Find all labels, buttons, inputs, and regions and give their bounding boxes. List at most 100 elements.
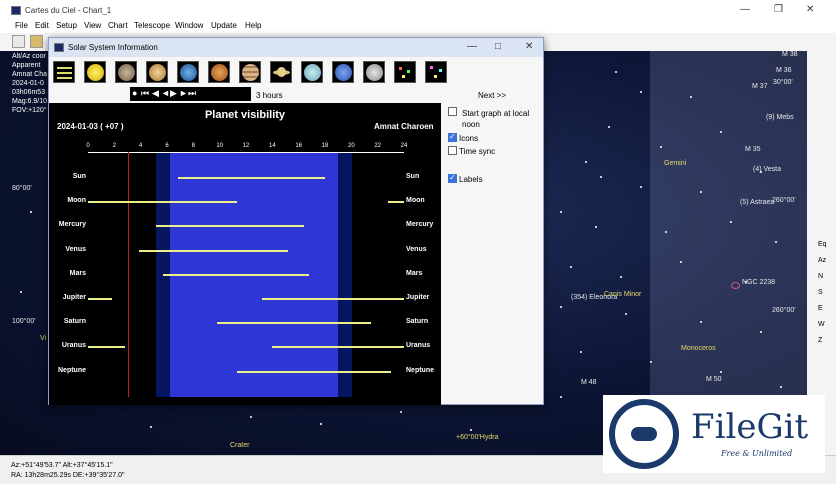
sky-label-astraea[interactable]: (5) Astraea — [740, 199, 774, 206]
planet-label-left: Venus — [65, 245, 86, 253]
moon-icon[interactable] — [363, 61, 385, 83]
step-forward-icon[interactable]: ► — [179, 88, 188, 98]
step-back-icon[interactable]: ◀ — [152, 88, 159, 99]
uranus-icon[interactable] — [301, 61, 323, 83]
minimize-icon[interactable]: — — [740, 5, 750, 15]
planet-visibility-graph: Planet visibility 2024-01-03 ( +07 ) Amn… — [49, 103, 441, 405]
close-icon[interactable]: ✕ — [806, 5, 814, 15]
tick-label: 16 — [295, 143, 302, 149]
earth-icon[interactable] — [177, 61, 199, 83]
planet-label-left: Uranus — [61, 342, 86, 350]
sky-label-mebs[interactable]: (9) Mebs — [766, 114, 794, 121]
restore-icon[interactable]: ❐ — [774, 5, 783, 15]
window-title: Cartes du Ciel - Chart_1 — [25, 6, 112, 15]
star — [30, 211, 32, 213]
info-line: Amnat Cha — [12, 71, 48, 78]
jupiter-icon[interactable] — [239, 61, 261, 83]
tick-label: 12 — [242, 143, 250, 149]
mars-icon[interactable] — [208, 61, 230, 83]
south-button[interactable]: S — [818, 289, 823, 296]
planet-label-left: Sun — [72, 173, 86, 180]
tick-label: 18 — [321, 143, 329, 149]
constellation-gemini[interactable]: Gemini — [664, 160, 686, 167]
star — [680, 261, 682, 263]
sky-label-vesta[interactable]: (4) Vesta — [753, 166, 781, 173]
venus-icon[interactable] — [146, 61, 168, 83]
first-icon[interactable]: ⏮ — [141, 88, 149, 99]
time-sync-checkbox[interactable] — [448, 146, 457, 155]
dialog-close-icon[interactable]: ✕ — [525, 41, 533, 52]
north-button[interactable]: N — [818, 273, 823, 280]
mercury-icon[interactable] — [115, 61, 137, 83]
az-button[interactable]: Az — [818, 257, 826, 264]
comets-icon[interactable] — [425, 61, 447, 83]
sky-label-deg260b: 260°00' — [772, 307, 796, 314]
record-icon[interactable]: ● — [132, 88, 137, 98]
tick-label: 0 — [86, 143, 90, 149]
constellation-crater[interactable]: Crater — [230, 442, 249, 449]
constellation-monoceros[interactable]: Monoceros — [681, 345, 716, 352]
menu-help[interactable]: Help — [245, 21, 261, 30]
menu-chart[interactable]: Chart — [108, 21, 128, 30]
time-step-label[interactable]: 3 hours — [256, 91, 283, 100]
sky-label-m50[interactable]: M 50 — [706, 376, 722, 383]
star — [650, 361, 652, 363]
visibility-bar-saturn — [217, 322, 372, 325]
graph-view-icon[interactable] — [53, 61, 75, 83]
next-button[interactable]: Next >> — [478, 91, 506, 100]
star — [760, 331, 762, 333]
graph-date: 2024-01-03 ( +07 ) — [57, 122, 124, 131]
saturn-icon[interactable] — [270, 61, 292, 83]
star — [780, 386, 782, 388]
icons-checkbox[interactable] — [448, 132, 457, 142]
sky-label-m38[interactable]: M 38 — [782, 51, 798, 58]
planet-label-right: Sun — [406, 173, 420, 180]
menu-setup[interactable]: Setup — [56, 21, 77, 30]
dialog-minimize-icon[interactable]: — — [467, 41, 477, 52]
tick-label: 20 — [347, 143, 355, 149]
west-button[interactable]: W — [818, 321, 825, 328]
planet-label-right: Neptune — [406, 366, 434, 374]
current-time-line — [128, 152, 130, 397]
planet-label-right: Uranus — [406, 342, 431, 350]
back-icon[interactable]: ◄ — [161, 88, 170, 98]
visibility-bar-uranus — [272, 346, 404, 349]
icons-label: Icons — [459, 134, 479, 143]
menu-telescope[interactable]: Telescope — [134, 21, 170, 30]
app-icon — [11, 6, 21, 15]
menu-edit[interactable]: Edit — [35, 21, 49, 30]
info-line: 03h06m53 — [12, 89, 46, 96]
last-icon[interactable]: ⏭ — [188, 88, 196, 99]
play-icon[interactable]: ▶ — [170, 88, 177, 99]
constellation-canis-minor[interactable]: Canis Minor — [604, 291, 641, 298]
menu-update[interactable]: Update — [211, 21, 237, 30]
sky-label-ngc2238[interactable]: NGC 2238 — [742, 279, 775, 286]
menu-window[interactable]: Window — [175, 21, 203, 30]
sky-label-m48[interactable]: M 48 — [581, 379, 597, 386]
neptune-icon[interactable] — [332, 61, 354, 83]
sky-label-deg30: 30°00' — [773, 79, 793, 86]
catalog-icon[interactable] — [30, 35, 43, 48]
sky-label-deg260a: 260°00' — [772, 197, 796, 204]
calendar-icon[interactable] — [12, 35, 25, 48]
sky-label-m36[interactable]: M 36 — [776, 67, 792, 74]
menu-file[interactable]: File — [15, 21, 28, 30]
start-at-noon-checkbox[interactable] — [448, 107, 457, 116]
sky-label-m35[interactable]: M 35 — [745, 146, 761, 153]
east-button[interactable]: E — [818, 305, 823, 312]
constellation-hydra[interactable]: +60°00'Hydra — [456, 434, 498, 441]
menu-view[interactable]: View — [84, 21, 101, 30]
planet-label-left: Moon — [67, 197, 86, 205]
zenith-button[interactable]: Z — [818, 337, 822, 344]
sun-icon[interactable] — [84, 61, 106, 83]
star — [560, 306, 562, 308]
eq-button[interactable]: Eq — [818, 241, 827, 248]
labels-checkbox[interactable] — [448, 173, 457, 183]
dialog-maximize-icon[interactable]: □ — [495, 41, 501, 52]
visibility-bar-neptune — [236, 370, 391, 373]
constellation-virgo[interactable]: Vi — [40, 335, 46, 342]
asteroids-icon[interactable] — [394, 61, 416, 83]
filegit-logo-icon — [609, 399, 679, 469]
sky-label-m37[interactable]: M 37 — [752, 83, 768, 90]
planet-label-left: Saturn — [63, 318, 86, 326]
